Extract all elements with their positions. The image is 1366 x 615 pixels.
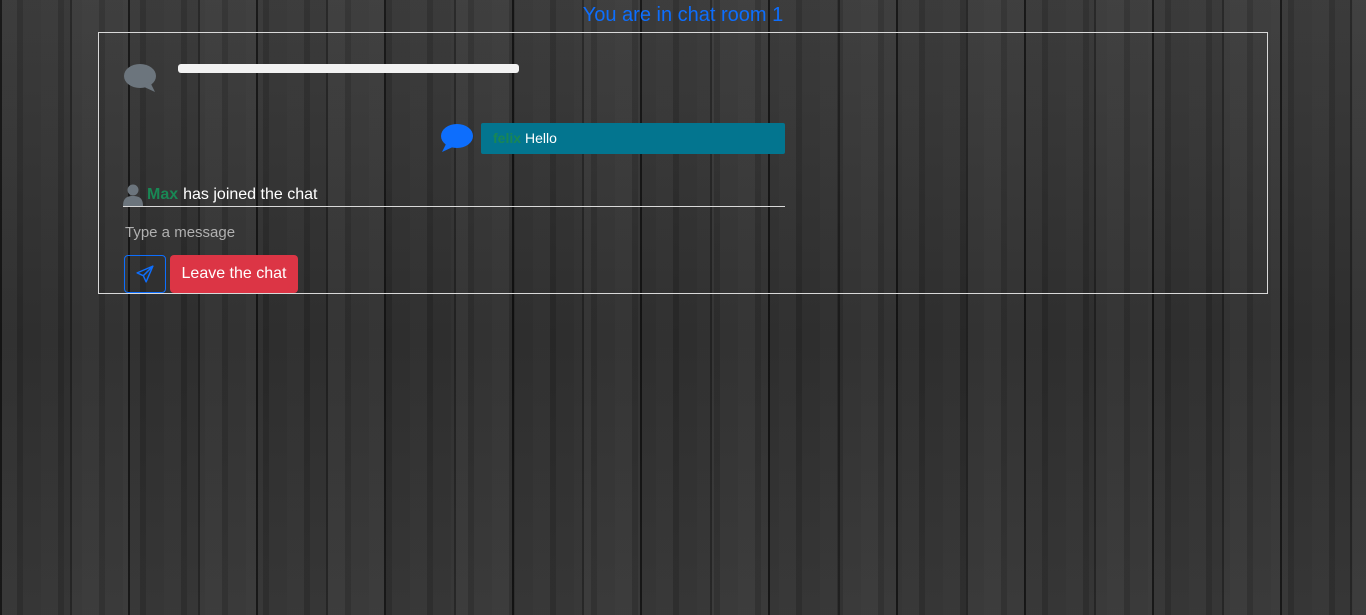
room-title: You are in chat room 1	[582, 4, 784, 26]
joined-user-name: Max	[147, 186, 179, 203]
paper-plane-icon	[125, 265, 165, 283]
user-icon	[123, 184, 143, 214]
comment-icon	[440, 123, 474, 153]
loading-placeholder-bar	[178, 64, 519, 73]
join-message: has joined the chat	[183, 186, 318, 203]
message-row: felix Hello	[440, 123, 786, 155]
comment-icon	[123, 63, 157, 93]
message-text: Hello	[525, 130, 557, 146]
send-button[interactable]	[124, 255, 166, 293]
leave-chat-button[interactable]: Leave the chat	[170, 255, 298, 293]
loading-message-row	[123, 63, 523, 97]
message-input[interactable]	[123, 221, 787, 243]
message-sender: felix	[493, 130, 522, 146]
join-notice-text: Max has joined the chat	[147, 183, 317, 207]
chat-box: felixHello Maxhas joined the chat Leave …	[98, 32, 1268, 294]
join-notice: Max has joined the chat	[123, 183, 785, 207]
message-bubble: felix Hello	[481, 123, 785, 154]
